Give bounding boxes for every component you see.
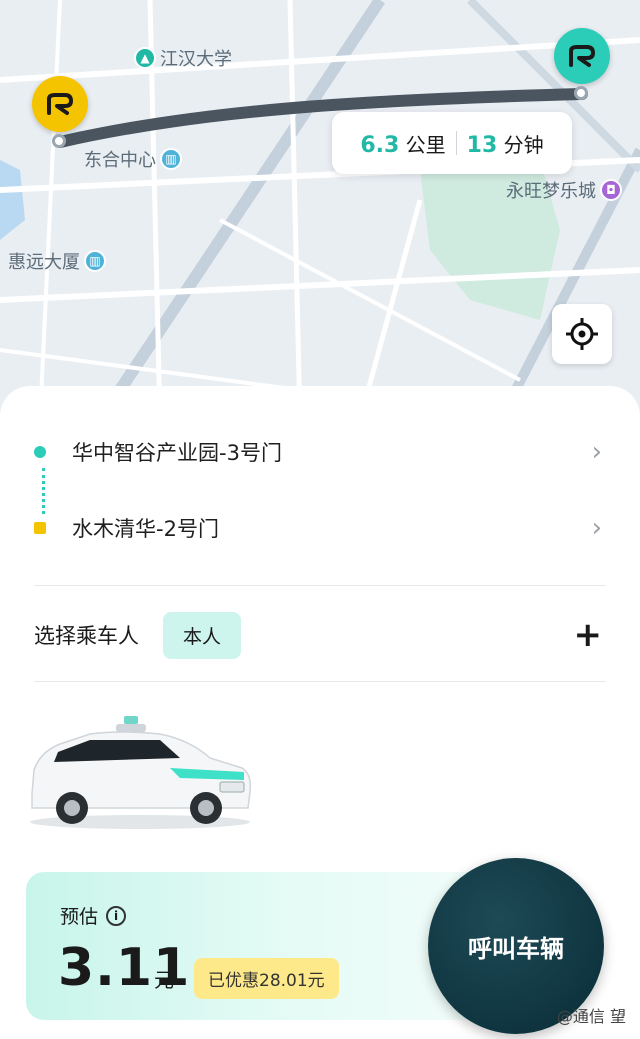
passenger-label: 选择乘车人 — [34, 624, 139, 648]
map-view[interactable]: ▲ 江汉大学 东合中心 ▥ 惠远大厦 ▥ 永旺梦乐城 ◘ 6.3 公里 13 分… — [0, 0, 640, 420]
crosshair-icon — [566, 318, 598, 350]
fare-unit: 元 — [154, 968, 174, 992]
school-icon: ▲ — [134, 47, 156, 69]
destination-marker-icon — [34, 522, 46, 534]
building-icon: ▥ — [84, 250, 106, 272]
route-duration-unit: 分钟 — [503, 132, 544, 157]
divider — [34, 585, 606, 586]
route-distance: 6.3 — [360, 132, 400, 158]
chevron-right-icon: › — [591, 513, 602, 543]
destination-pin — [554, 28, 610, 84]
fare-label-row: 预估 i — [60, 902, 127, 929]
origin-address: 华中智谷产业园-3号门 — [72, 441, 282, 465]
shopping-bag-icon: ◘ — [600, 179, 622, 201]
origin-marker-icon — [34, 446, 46, 458]
passenger-chip-self[interactable]: 本人 — [163, 611, 242, 659]
call-vehicle-label: 呼叫车辆 — [468, 934, 564, 963]
origin-dot — [52, 134, 66, 148]
fare-label: 预估 — [60, 906, 99, 928]
brand-logo-icon — [569, 45, 595, 67]
watermark: @通信 望 — [556, 1007, 626, 1026]
chevron-right-icon: › — [591, 437, 602, 467]
divider — [455, 131, 457, 155]
route-duration: 13 — [466, 132, 498, 158]
discount-badge: 已优惠28.01元 — [194, 958, 339, 999]
poi-huiyuan-building[interactable]: 惠远大厦 ▥ — [8, 248, 106, 274]
poi-yongwang-mall[interactable]: 永旺梦乐城 ◘ — [506, 177, 622, 203]
vehicle-image — [30, 716, 252, 829]
building-icon: ▥ — [160, 148, 182, 170]
poi-jianghan-university[interactable]: ▲ 江汉大学 — [134, 45, 232, 71]
locate-button[interactable] — [552, 304, 612, 364]
origin-pin — [32, 76, 88, 132]
add-passenger-icon[interactable]: + — [574, 615, 603, 655]
route-summary: 6.3 公里 13 分钟 — [332, 112, 572, 174]
brand-logo-icon — [47, 93, 73, 115]
destination-dot — [574, 86, 588, 100]
route-distance-unit: 公里 — [405, 132, 446, 157]
destination-address: 水木清华-2号门 — [72, 517, 219, 541]
destination-row[interactable]: 水木清华-2号门 › — [34, 498, 606, 558]
origin-row[interactable]: 华中智谷产业园-3号门 › — [34, 422, 606, 482]
poi-donghe-center[interactable]: 东合中心 ▥ — [84, 146, 182, 172]
divider — [34, 681, 606, 682]
info-icon[interactable]: i — [106, 905, 127, 926]
passenger-row: 选择乘车人 本人 + — [34, 609, 606, 661]
map-roads — [0, 0, 640, 420]
